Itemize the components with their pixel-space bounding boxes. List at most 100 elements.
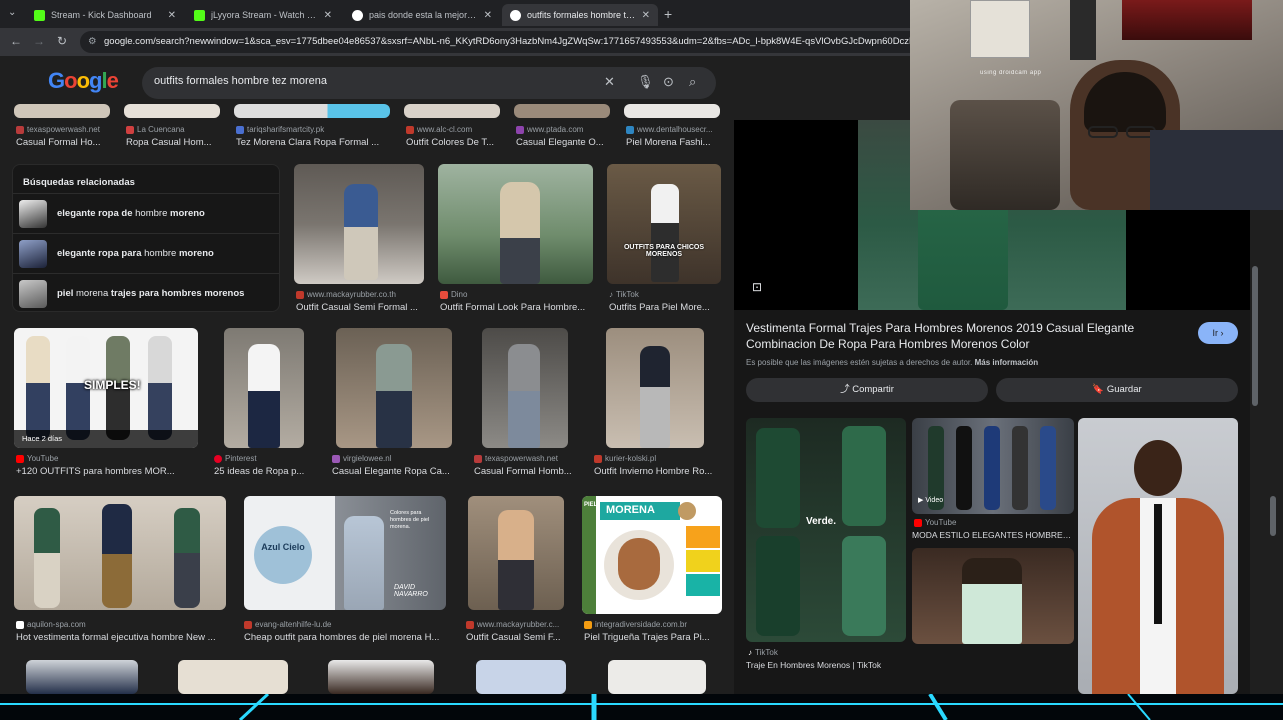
save-button[interactable]: 🔖 Guardar <box>996 378 1238 402</box>
result-source[interactable]: integradiversidade.com.br <box>584 620 687 629</box>
image-result[interactable] <box>224 328 304 448</box>
image-result[interactable] <box>294 164 424 284</box>
close-tab-icon[interactable]: ✕ <box>324 10 332 21</box>
search-input[interactable]: outfits formales hombre tez morena <box>154 75 327 87</box>
image-result[interactable]: Azul Cielo Colores para hombres de piel … <box>244 496 446 610</box>
preview-title[interactable]: Vestimenta Formal Trajes Para Hombres Mo… <box>746 320 1176 352</box>
panel-related-image[interactable]: ▶ Video <box>912 418 1074 514</box>
image-result[interactable] <box>482 328 568 448</box>
result-caption[interactable]: Outfit Casual Semi Formal ... <box>296 302 426 313</box>
image-result[interactable] <box>468 496 564 610</box>
result-caption[interactable]: Casual Elegante O... <box>516 137 612 148</box>
result-caption[interactable]: Casual Formal Homb... <box>474 466 580 477</box>
visit-button[interactable]: Ir › <box>1198 322 1238 344</box>
close-tab-icon[interactable]: ✕ <box>642 10 650 21</box>
result-caption[interactable]: Outfit Colores De T... <box>406 137 502 148</box>
result-source[interactable]: Pinterest <box>214 454 257 463</box>
site-info-icon[interactable]: ⚙ <box>88 31 97 53</box>
image-result[interactable]: OUTFITS PARA CHICOS MORENOS <box>607 164 721 284</box>
panel-related-image[interactable] <box>1078 418 1238 694</box>
close-tab-icon[interactable]: ✕ <box>484 10 492 21</box>
image-result[interactable] <box>26 660 138 694</box>
result-source[interactable]: texaspowerwash.net <box>16 125 100 134</box>
search-icon[interactable]: ⌕ <box>689 74 696 90</box>
result-caption[interactable]: Outfit Casual Semi F... <box>466 632 568 643</box>
forward-icon[interactable]: → <box>33 34 45 48</box>
result-caption[interactable]: +120 OUTFITS para hombres MOR... <box>16 466 200 477</box>
result-caption[interactable]: 25 ideas de Ropa p... <box>214 466 310 477</box>
result-source[interactable]: La Cuencana <box>126 125 185 134</box>
result-source[interactable]: evang-altenhilfe-lu.de <box>244 620 332 629</box>
image-result[interactable] <box>514 104 610 118</box>
lens-icon[interactable]: ⊙ <box>663 74 674 90</box>
clear-search-icon[interactable]: ✕ <box>604 74 615 90</box>
result-caption[interactable]: Traje En Hombres Morenos | TikTok <box>746 660 906 670</box>
result-caption[interactable]: MODA ESTILO ELEGANTES HOMBRES... <box>912 530 1074 540</box>
result-caption[interactable]: Outfit Invierno Hombre Ro... <box>594 466 720 477</box>
tab-google-search-active[interactable]: outfits formales hombre tez mo ✕ <box>502 4 658 26</box>
search-box[interactable]: outfits formales hombre tez morena ✕ 🎙 ⊙… <box>142 67 716 99</box>
result-caption[interactable]: Hot vestimenta formal ejecutiva hombre N… <box>16 632 228 643</box>
result-source[interactable]: www.dentalhousecr... <box>626 125 713 134</box>
result-caption[interactable]: Piel Morena Fashi... <box>626 137 722 148</box>
reload-icon[interactable]: ↻ <box>57 34 67 48</box>
image-result[interactable] <box>124 104 220 118</box>
result-source[interactable]: kurier-kolski.pl <box>594 454 656 463</box>
result-caption[interactable]: Tez Morena Clara Ropa Formal ... <box>236 137 392 148</box>
back-icon[interactable]: ← <box>10 34 22 48</box>
result-source[interactable]: tariqsharifsmartcity.pk <box>236 125 324 134</box>
result-caption[interactable]: Piel Trigueña Trajes Para Pi... <box>584 632 720 643</box>
image-result[interactable] <box>438 164 593 284</box>
result-source[interactable]: www.alc-cl.com <box>406 125 472 134</box>
result-caption[interactable]: Ropa Casual Hom... <box>126 137 222 148</box>
related-search-item[interactable]: elegante ropa de hombre moreno <box>13 193 279 233</box>
image-result[interactable] <box>178 660 288 694</box>
result-caption[interactable]: Cheap outfit para hombres de piel morena… <box>244 632 446 643</box>
image-result[interactable] <box>328 660 434 694</box>
tab-search-icon[interactable]: ⌄ <box>8 7 16 18</box>
new-tab-icon[interactable]: + <box>664 6 672 22</box>
image-result[interactable] <box>14 496 226 610</box>
image-result[interactable] <box>336 328 452 448</box>
image-result[interactable]: PIEL MORENA <box>582 496 722 614</box>
result-caption[interactable]: Outfits Para Piel More... <box>609 302 721 313</box>
result-source[interactable]: www.mackayrubber.co.th <box>296 290 396 299</box>
lens-search-icon[interactable]: ⊡ <box>752 280 762 294</box>
microphone-icon[interactable]: 🎙 <box>637 74 654 90</box>
image-result[interactable]: SIMPLES! Hace 2 días <box>14 328 198 448</box>
image-result[interactable] <box>476 660 566 694</box>
page-scrollbar[interactable] <box>1270 496 1276 536</box>
panel-related-image[interactable]: Verde. <box>746 418 906 642</box>
more-info-link[interactable]: Más información <box>975 358 1039 367</box>
image-result[interactable] <box>624 104 720 118</box>
result-source[interactable]: www.ptada.com <box>516 125 583 134</box>
close-tab-icon[interactable]: ✕ <box>168 10 176 21</box>
related-search-item[interactable]: elegante ropa para hombre moreno <box>13 233 279 273</box>
result-caption[interactable]: Casual Formal Ho... <box>16 137 112 148</box>
result-source[interactable]: ♪ TikTok <box>609 290 639 299</box>
result-caption[interactable]: Casual Elegante Ropa Ca... <box>332 466 458 477</box>
result-source[interactable]: texaspowerwash.net <box>474 454 558 463</box>
image-result[interactable] <box>234 104 390 118</box>
result-source[interactable]: YouTube <box>16 454 58 463</box>
image-result[interactable] <box>608 660 706 694</box>
google-logo[interactable]: Google <box>48 68 119 94</box>
related-search-item[interactable]: piel morena trajes para hombres morenos <box>13 273 279 313</box>
result-source[interactable]: virgielowee.nl <box>332 454 391 463</box>
panel-related-image[interactable] <box>912 548 1074 644</box>
share-button[interactable]: ⤴ Compartir <box>746 378 988 402</box>
result-source[interactable]: Dino <box>440 290 467 299</box>
image-result[interactable] <box>404 104 500 118</box>
image-result[interactable] <box>606 328 704 448</box>
result-source[interactable]: www.mackayrubber.c... <box>466 620 559 629</box>
tab-kick-dashboard[interactable]: Stream - Kick Dashboard ✕ <box>26 4 184 26</box>
url-field[interactable]: ⚙ google.com/search?newwindow=1&sca_esv=… <box>80 31 980 53</box>
result-source[interactable]: YouTube <box>914 518 956 527</box>
panel-scrollbar[interactable] <box>1252 266 1258 406</box>
result-source[interactable]: ♪ TikTok <box>748 648 778 657</box>
result-source[interactable]: aquilon-spa.com <box>16 620 86 629</box>
result-caption[interactable]: Outfit Formal Look Para Hombre... <box>440 302 595 313</box>
tab-google-search-1[interactable]: pais donde esta la mejor calida ✕ <box>344 4 500 26</box>
tab-kick-stream[interactable]: jLyyora Stream - Watch Live on ✕ <box>186 4 340 26</box>
image-result[interactable] <box>14 104 110 118</box>
